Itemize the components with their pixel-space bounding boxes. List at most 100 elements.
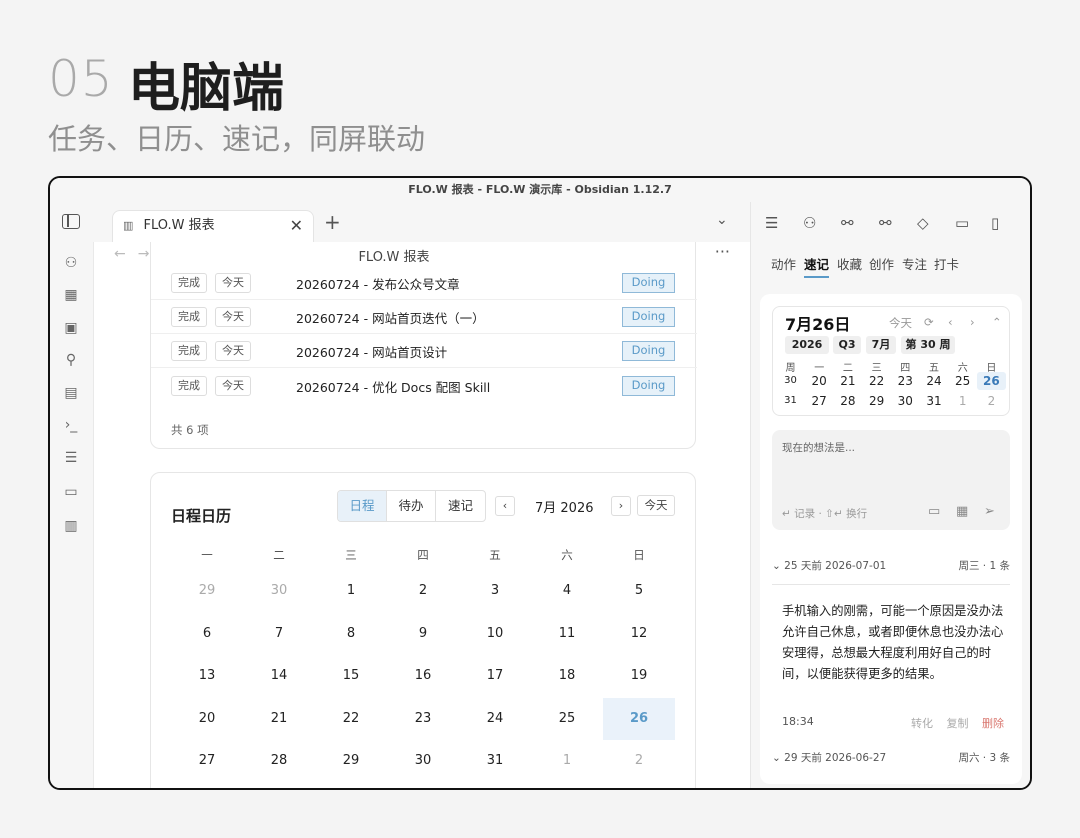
mini-next-icon[interactable]: › — [970, 315, 975, 329]
calendar-day[interactable]: 9 — [387, 613, 459, 655]
mini-day[interactable]: 31 — [920, 392, 949, 410]
calendar-day[interactable]: 2 — [387, 570, 459, 612]
tag-icon[interactable]: ◇ — [917, 214, 929, 232]
year-chip[interactable]: 2026 — [785, 336, 829, 354]
calendar-day[interactable]: 14 — [243, 655, 315, 697]
calendar-day[interactable]: 7 — [243, 613, 315, 655]
calendar-day[interactable]: 16 — [387, 655, 459, 697]
copy-button[interactable]: 复制 — [947, 717, 969, 730]
complete-button[interactable]: 完成 — [171, 307, 207, 327]
today-button[interactable]: 今天 — [215, 307, 251, 327]
calendar-day[interactable]: 22 — [315, 698, 387, 740]
today-button[interactable]: 今天 — [215, 376, 251, 396]
dashboard-icon[interactable]: ▤ — [62, 384, 80, 402]
calendar-day[interactable]: 23 — [387, 698, 459, 740]
calendar-day[interactable]: 21 — [243, 698, 315, 740]
new-tab-button[interactable]: + — [324, 210, 341, 234]
calendar-day[interactable]: 1 — [315, 570, 387, 612]
calendar-day[interactable]: 24 — [459, 698, 531, 740]
close-tab-icon[interactable]: ✕ — [290, 211, 303, 241]
today-button[interactable]: 今天 — [637, 495, 675, 516]
calendar-icon[interactable]: ▦ — [62, 286, 80, 304]
file-search-icon[interactable]: ▣ — [62, 319, 80, 337]
mini-day[interactable]: 26 — [976, 372, 1006, 390]
calendar-day[interactable]: 19 — [603, 655, 675, 697]
send-icon[interactable]: ➢ — [984, 504, 995, 519]
link-icon[interactable]: ⚯ — [841, 214, 854, 232]
week-chip[interactable]: 第 30 周 — [901, 336, 955, 354]
tab-quicknote[interactable]: 速记 — [804, 254, 830, 278]
tab-notes[interactable]: 速记 — [436, 491, 485, 521]
tab-focus[interactable]: 专注 — [902, 254, 927, 273]
image-icon[interactable]: ▭ — [928, 504, 940, 519]
task-title[interactable]: 20260724 - 网站首页迭代（一） — [296, 308, 485, 327]
mini-today-button[interactable]: 今天 — [889, 315, 912, 331]
status-badge[interactable]: Doing — [622, 273, 675, 293]
calendar-day[interactable]: 18 — [531, 655, 603, 697]
mini-day[interactable]: 23 — [891, 372, 920, 390]
today-button[interactable]: 今天 — [215, 273, 251, 293]
presentation-icon[interactable]: ▭ — [62, 483, 80, 501]
more-options-icon[interactable]: ··· — [715, 242, 730, 261]
calendar-day[interactable]: 5 — [603, 570, 675, 612]
today-button[interactable]: 今天 — [215, 341, 251, 361]
calendar-day[interactable]: 1 — [531, 740, 603, 782]
complete-button[interactable]: 完成 — [171, 376, 207, 396]
terminal-icon[interactable]: ›_ — [62, 416, 80, 434]
calendar-day[interactable]: 20 — [171, 698, 243, 740]
status-badge[interactable]: Doing — [622, 307, 675, 327]
calendar-day[interactable]: 11 — [531, 613, 603, 655]
quarter-chip[interactable]: Q3 — [833, 336, 861, 354]
calendar-day[interactable]: 10 — [459, 613, 531, 655]
prev-month-button[interactable]: ‹ — [495, 496, 515, 516]
calendar-day[interactable]: 17 — [459, 655, 531, 697]
mini-day[interactable]: 29 — [862, 392, 891, 410]
tab-checkin[interactable]: 打卡 — [934, 254, 959, 273]
next-month-button[interactable]: › — [611, 496, 631, 516]
note-group-header[interactable]: ⌄ 29 天前 2026-06-27 周六 · 3 条 — [772, 750, 1010, 765]
link-out-icon[interactable]: ⚯ — [879, 214, 892, 232]
note-text[interactable]: 手机输入的刚需，可能一个原因是没办法允许自己休息，或者即便休息也没办法心安理得，… — [782, 601, 1004, 685]
calendar-day[interactable]: 12 — [603, 613, 675, 655]
convert-button[interactable]: 转化 — [911, 717, 933, 730]
mini-day[interactable]: 1 — [948, 392, 977, 410]
task-title[interactable]: 20260724 - 网站首页设计 — [296, 342, 447, 361]
status-badge[interactable]: Doing — [622, 376, 675, 396]
mini-day[interactable]: 24 — [920, 372, 949, 390]
delete-button[interactable]: 删除 — [982, 717, 1004, 730]
collapse-icon[interactable]: ⌃ — [992, 315, 1002, 329]
status-badge[interactable]: Doing — [622, 341, 675, 361]
mini-day[interactable]: 25 — [948, 372, 977, 390]
tab-schedule[interactable]: 日程 — [338, 491, 387, 521]
tab-flow-report[interactable]: ▥ FLO.W 报表 ✕ — [112, 210, 314, 243]
list-icon[interactable]: ☰ — [765, 214, 778, 232]
archive-icon[interactable]: ▭ — [955, 214, 969, 232]
calendar-day[interactable]: 31 — [459, 740, 531, 782]
calendar-day[interactable]: 8 — [315, 613, 387, 655]
robot-icon[interactable]: ⚇ — [803, 214, 816, 232]
calendar-day[interactable]: 30 — [243, 570, 315, 612]
left-sidebar-toggle-icon[interactable] — [62, 214, 80, 229]
list-icon[interactable]: ☰ — [62, 449, 80, 467]
calendar-day[interactable]: 26 — [603, 697, 675, 740]
complete-button[interactable]: 完成 — [171, 341, 207, 361]
calendar-day[interactable]: 29 — [315, 740, 387, 782]
tab-create[interactable]: 创作 — [869, 254, 894, 273]
mini-day[interactable]: 20 — [805, 372, 834, 390]
calendar-day[interactable]: 30 — [387, 740, 459, 782]
month-chip[interactable]: 7月 — [866, 336, 896, 354]
mini-day[interactable]: 27 — [805, 392, 834, 410]
calendar-day[interactable]: 3 — [459, 570, 531, 612]
task-title[interactable]: 20260724 - 发布公众号文章 — [296, 274, 460, 293]
refresh-icon[interactable]: ⟳ — [924, 315, 934, 329]
graph-icon[interactable]: ⚲ — [62, 351, 80, 369]
mini-day[interactable]: 2 — [977, 392, 1006, 410]
calendar-day[interactable]: 6 — [171, 613, 243, 655]
robot-icon[interactable]: ⚇ — [62, 254, 80, 272]
mini-prev-icon[interactable]: ‹ — [948, 315, 953, 329]
sidebar-toggle-icon[interactable]: ▯ — [991, 214, 999, 232]
calendar-day[interactable]: 25 — [531, 698, 603, 740]
note-group-header[interactable]: ⌄ 25 天前 2026-07-01 周三 · 1 条 — [772, 558, 1010, 573]
tab-favorites[interactable]: 收藏 — [837, 254, 862, 273]
mini-day[interactable]: 28 — [833, 392, 862, 410]
